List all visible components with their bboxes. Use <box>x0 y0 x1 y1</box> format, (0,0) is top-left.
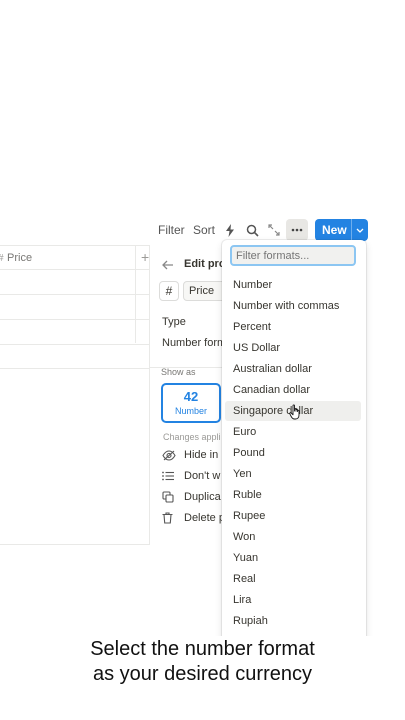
duplicate-property-item[interactable]: Duplica <box>162 489 221 505</box>
format-option[interactable]: Number <box>225 275 361 295</box>
format-option[interactable]: Real <box>225 569 361 589</box>
new-button-label: New <box>322 223 347 237</box>
hide-in-view-label: Hide in <box>184 449 219 461</box>
format-option[interactable]: Lira <box>225 590 361 610</box>
chevron-down-icon[interactable] <box>352 228 368 233</box>
caption-line-1: Select the number format <box>90 638 315 660</box>
table-row[interactable] <box>0 344 150 368</box>
format-option[interactable]: Australian dollar <box>225 359 361 379</box>
table-row[interactable] <box>0 269 150 293</box>
format-option[interactable]: Rupee <box>225 506 361 526</box>
show-as-number-option[interactable]: 42 Number <box>161 383 221 423</box>
format-option[interactable]: Won <box>225 527 361 547</box>
format-option[interactable]: Euro <box>225 422 361 442</box>
number-property-icon: # <box>0 253 4 264</box>
format-option[interactable]: US Dollar <box>225 338 361 358</box>
sort-button[interactable]: Sort <box>193 223 215 237</box>
filter-button[interactable]: Filter <box>158 223 185 237</box>
database-table: # Price + <box>0 245 150 545</box>
back-arrow-icon[interactable] <box>162 257 174 275</box>
format-option[interactable]: Percent <box>225 317 361 337</box>
show-as-option-label: Number <box>174 406 207 416</box>
search-icon[interactable] <box>242 220 262 240</box>
show-as-sample-value: 42 <box>183 389 199 404</box>
new-button[interactable]: New <box>315 219 368 241</box>
edit-property-panel: Edit pro # Price Type Number form Show a… <box>150 245 253 545</box>
type-label[interactable]: Type <box>162 316 186 328</box>
format-option[interactable]: Yen <box>225 464 361 484</box>
column-divider <box>135 245 136 343</box>
dont-wrap-label: Don't w <box>184 470 221 482</box>
changes-note: Changes appli <box>163 432 221 442</box>
format-option[interactable]: Rupiah <box>225 611 361 631</box>
duplicate-property-label: Duplica <box>184 491 221 503</box>
table-row[interactable] <box>0 368 150 392</box>
format-option[interactable]: Canadian dollar <box>225 380 361 400</box>
delete-property-label: Delete p <box>184 512 225 524</box>
add-column-button[interactable]: + <box>141 249 149 265</box>
panel-title: Edit pro <box>184 258 226 270</box>
table-row[interactable] <box>0 319 150 343</box>
filter-formats-input[interactable] <box>230 245 356 266</box>
lightning-icon[interactable] <box>220 220 240 240</box>
delete-property-item[interactable]: Delete p <box>162 510 225 526</box>
trash-icon <box>162 512 178 524</box>
more-icon[interactable] <box>286 219 308 241</box>
view-toolbar: Filter Sort New <box>150 218 405 242</box>
hide-in-view-item[interactable]: Hide in <box>162 447 218 463</box>
hand-cursor-icon <box>289 404 300 420</box>
format-option[interactable]: Pound <box>225 443 361 463</box>
format-option[interactable]: Yuan <box>225 548 361 568</box>
show-as-label: Show as <box>161 367 196 377</box>
number-format-dropdown: Number Number with commas Percent US Dol… <box>222 240 366 650</box>
format-option[interactable]: Number with commas <box>225 296 361 316</box>
list-icon <box>162 471 178 481</box>
table-header-row: # Price + <box>0 245 150 269</box>
expand-icon[interactable] <box>264 220 284 240</box>
caption-line-2: as your desired currency <box>93 663 312 685</box>
property-type-icon[interactable]: # <box>159 281 179 301</box>
column-header-price[interactable]: Price <box>7 252 32 264</box>
duplicate-icon <box>162 491 178 503</box>
table-row[interactable] <box>0 294 150 318</box>
format-option[interactable]: Ruble <box>225 485 361 505</box>
dont-wrap-item[interactable]: Don't w <box>162 468 220 484</box>
eye-off-icon <box>162 449 178 461</box>
number-format-label[interactable]: Number form <box>162 337 226 349</box>
video-caption: Select the number format as your desired… <box>0 636 405 720</box>
